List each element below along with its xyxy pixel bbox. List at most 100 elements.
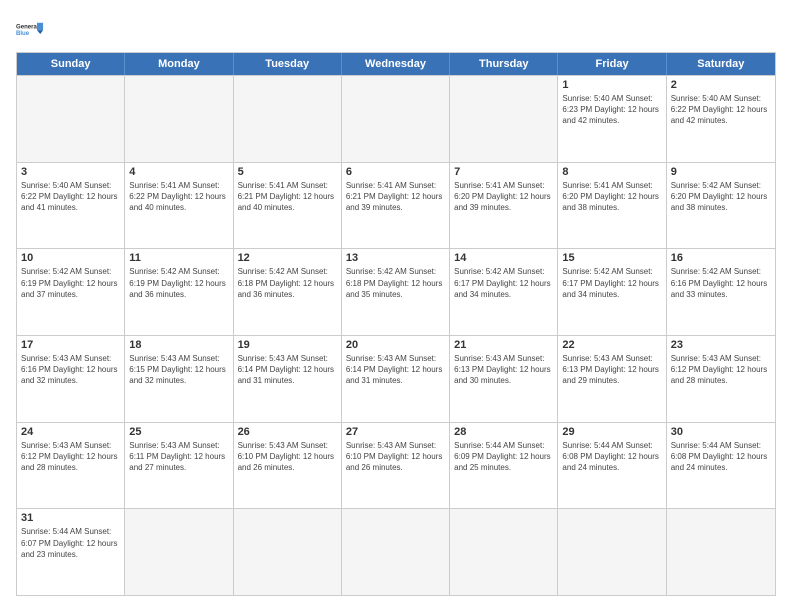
day-number: 16 (671, 252, 771, 264)
day-info: Sunrise: 5:41 AM Sunset: 6:21 PM Dayligh… (238, 180, 337, 214)
calendar-cell: 22 Sunrise: 5:43 AM Sunset: 6:13 PM Dayli… (558, 336, 666, 422)
day-info: Sunrise: 5:42 AM Sunset: 6:18 PM Dayligh… (346, 266, 445, 300)
calendar-cell: 30 Sunrise: 5:44 AM Sunset: 6:08 PM Dayli… (667, 423, 775, 509)
day-info: Sunrise: 5:41 AM Sunset: 6:22 PM Dayligh… (129, 180, 228, 214)
day-info: Sunrise: 5:43 AM Sunset: 6:14 PM Dayligh… (346, 353, 445, 387)
calendar-cell: 19Sunrise: 5:43 AM Sunset: 6:14 PM Dayli… (234, 336, 342, 422)
calendar-cell: 31Sunrise: 5:44 AM Sunset: 6:07 PM Dayli… (17, 509, 125, 595)
day-number: 31 (21, 512, 120, 524)
day-number: 12 (238, 252, 337, 264)
logo: GeneralBlue (16, 16, 44, 44)
day-number: 30 (671, 426, 771, 438)
day-number: 5 (238, 166, 337, 178)
day-number: 21 (454, 339, 553, 351)
calendar-cell: 20Sunrise: 5:43 AM Sunset: 6:14 PM Dayli… (342, 336, 450, 422)
day-info: Sunrise: 5:43 AM Sunset: 6:14 PM Dayligh… (238, 353, 337, 387)
day-number: 13 (346, 252, 445, 264)
day-number: 29 (562, 426, 661, 438)
day-number: 3 (21, 166, 120, 178)
calendar-cell: 8 Sunrise: 5:41 AM Sunset: 6:20 PM Daylig… (558, 163, 666, 249)
day-number: 7 (454, 166, 553, 178)
calendar-cell: 6Sunrise: 5:41 AM Sunset: 6:21 PM Daylig… (342, 163, 450, 249)
calendar-cell: 28Sunrise: 5:44 AM Sunset: 6:09 PM Dayli… (450, 423, 558, 509)
logo-icon: GeneralBlue (16, 16, 44, 44)
calendar-cell: 1 Sunrise: 5:40 AM Sunset: 6:23 PM Daylig… (558, 76, 666, 162)
calendar-cell (558, 509, 666, 595)
day-number: 2 (671, 79, 771, 91)
day-info: Sunrise: 5:43 AM Sunset: 6:13 PM Dayligh… (562, 353, 661, 387)
day-number: 6 (346, 166, 445, 178)
calendar: SundayMondayTuesdayWednesdayThursdayFrid… (16, 52, 776, 596)
calendar-body: 1 Sunrise: 5:40 AM Sunset: 6:23 PM Daylig… (17, 75, 775, 595)
calendar-cell: 27 Sunrise: 5:43 AM Sunset: 6:10 PM Dayli… (342, 423, 450, 509)
calendar-cell: 25 Sunrise: 5:43 AM Sunset: 6:11 PM Dayli… (125, 423, 233, 509)
day-number: 26 (238, 426, 337, 438)
day-info: Sunrise: 5:44 AM Sunset: 6:08 PM Dayligh… (562, 440, 661, 474)
day-info: Sunrise: 5:43 AM Sunset: 6:10 PM Dayligh… (346, 440, 445, 474)
calendar-cell: 4 Sunrise: 5:41 AM Sunset: 6:22 PM Daylig… (125, 163, 233, 249)
calendar-cell (450, 509, 558, 595)
day-number: 15 (562, 252, 661, 264)
day-info: Sunrise: 5:43 AM Sunset: 6:12 PM Dayligh… (671, 353, 771, 387)
svg-text:Blue: Blue (16, 31, 30, 37)
day-info: Sunrise: 5:43 AM Sunset: 6:16 PM Dayligh… (21, 353, 120, 387)
day-of-week-monday: Monday (125, 53, 233, 75)
calendar-cell: 29 Sunrise: 5:44 AM Sunset: 6:08 PM Dayli… (558, 423, 666, 509)
calendar-cell: 18Sunrise: 5:43 AM Sunset: 6:15 PM Dayli… (125, 336, 233, 422)
day-number: 25 (129, 426, 228, 438)
day-number: 8 (562, 166, 661, 178)
day-info: Sunrise: 5:43 AM Sunset: 6:12 PM Dayligh… (21, 440, 120, 474)
calendar-cell: 7Sunrise: 5:41 AM Sunset: 6:20 PM Daylig… (450, 163, 558, 249)
calendar-cell: 26Sunrise: 5:43 AM Sunset: 6:10 PM Dayli… (234, 423, 342, 509)
day-number: 9 (671, 166, 771, 178)
calendar-cell (667, 509, 775, 595)
day-number: 10 (21, 252, 120, 264)
day-number: 11 (129, 252, 228, 264)
calendar-header: SundayMondayTuesdayWednesdayThursdayFrid… (17, 53, 775, 75)
calendar-cell: 5 Sunrise: 5:41 AM Sunset: 6:21 PM Daylig… (234, 163, 342, 249)
calendar-cell: 9 Sunrise: 5:42 AM Sunset: 6:20 PM Daylig… (667, 163, 775, 249)
day-info: Sunrise: 5:43 AM Sunset: 6:15 PM Dayligh… (129, 353, 228, 387)
day-info: Sunrise: 5:40 AM Sunset: 6:23 PM Dayligh… (562, 93, 661, 127)
day-info: Sunrise: 5:42 AM Sunset: 6:17 PM Dayligh… (562, 266, 661, 300)
day-of-week-sunday: Sunday (17, 53, 125, 75)
day-number: 27 (346, 426, 445, 438)
calendar-cell (234, 509, 342, 595)
day-info: Sunrise: 5:42 AM Sunset: 6:17 PM Dayligh… (454, 266, 553, 300)
day-info: Sunrise: 5:43 AM Sunset: 6:11 PM Dayligh… (129, 440, 228, 474)
day-number: 22 (562, 339, 661, 351)
day-number: 24 (21, 426, 120, 438)
calendar-cell (17, 76, 125, 162)
day-info: Sunrise: 5:42 AM Sunset: 6:19 PM Dayligh… (21, 266, 120, 300)
page-header: GeneralBlue (16, 16, 776, 44)
day-number: 17 (21, 339, 120, 351)
day-info: Sunrise: 5:42 AM Sunset: 6:20 PM Dayligh… (671, 180, 771, 214)
day-info: Sunrise: 5:41 AM Sunset: 6:20 PM Dayligh… (562, 180, 661, 214)
calendar-week-6: 31Sunrise: 5:44 AM Sunset: 6:07 PM Dayli… (17, 508, 775, 595)
day-info: Sunrise: 5:40 AM Sunset: 6:22 PM Dayligh… (671, 93, 771, 127)
calendar-cell: 21 Sunrise: 5:43 AM Sunset: 6:13 PM Dayli… (450, 336, 558, 422)
calendar-cell: 23Sunrise: 5:43 AM Sunset: 6:12 PM Dayli… (667, 336, 775, 422)
calendar-week-5: 24 Sunrise: 5:43 AM Sunset: 6:12 PM Dayli… (17, 422, 775, 509)
calendar-cell: 24 Sunrise: 5:43 AM Sunset: 6:12 PM Dayli… (17, 423, 125, 509)
day-number: 28 (454, 426, 553, 438)
calendar-cell: 12Sunrise: 5:42 AM Sunset: 6:18 PM Dayli… (234, 249, 342, 335)
day-info: Sunrise: 5:43 AM Sunset: 6:13 PM Dayligh… (454, 353, 553, 387)
day-number: 4 (129, 166, 228, 178)
calendar-week-2: 3 Sunrise: 5:40 AM Sunset: 6:22 PM Daylig… (17, 162, 775, 249)
svg-text:General: General (16, 24, 39, 30)
calendar-week-4: 17 Sunrise: 5:43 AM Sunset: 6:16 PM Dayli… (17, 335, 775, 422)
calendar-cell: 14Sunrise: 5:42 AM Sunset: 6:17 PM Dayli… (450, 249, 558, 335)
day-number: 1 (562, 79, 661, 91)
calendar-cell: 16 Sunrise: 5:42 AM Sunset: 6:16 PM Dayli… (667, 249, 775, 335)
calendar-cell: 13 Sunrise: 5:42 AM Sunset: 6:18 PM Dayli… (342, 249, 450, 335)
calendar-cell: 10 Sunrise: 5:42 AM Sunset: 6:19 PM Dayli… (17, 249, 125, 335)
day-info: Sunrise: 5:42 AM Sunset: 6:16 PM Dayligh… (671, 266, 771, 300)
day-of-week-tuesday: Tuesday (234, 53, 342, 75)
calendar-cell: 11Sunrise: 5:42 AM Sunset: 6:19 PM Dayli… (125, 249, 233, 335)
day-info: Sunrise: 5:44 AM Sunset: 6:08 PM Dayligh… (671, 440, 771, 474)
day-of-week-saturday: Saturday (667, 53, 775, 75)
calendar-cell (234, 76, 342, 162)
day-of-week-friday: Friday (558, 53, 666, 75)
day-info: Sunrise: 5:40 AM Sunset: 6:22 PM Dayligh… (21, 180, 120, 214)
